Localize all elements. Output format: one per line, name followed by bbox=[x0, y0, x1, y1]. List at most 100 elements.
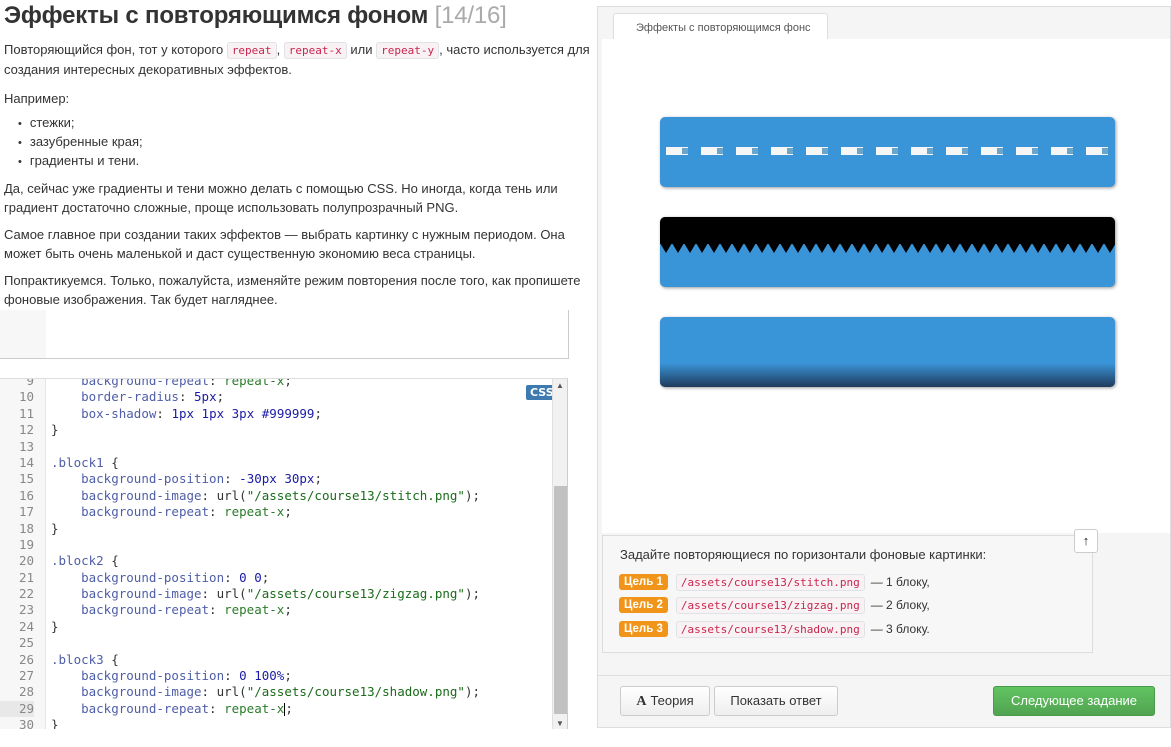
line-number: 17 bbox=[18, 504, 34, 520]
line-number: 28 bbox=[18, 684, 34, 700]
task-box: Задайте повторяющиеся по горизонтали фон… bbox=[602, 535, 1093, 653]
code-line[interactable]: 16 background-image: url("/assets/course… bbox=[0, 488, 552, 504]
line-number: 11 bbox=[18, 405, 34, 421]
code-line[interactable]: 28 background-image: url("/assets/course… bbox=[0, 684, 552, 700]
paragraph-3: Да, сейчас уже градиенты и тени можно де… bbox=[4, 181, 558, 215]
code-repeat: repeat bbox=[226, 42, 277, 59]
line-number: 24 bbox=[18, 618, 34, 634]
code-line[interactable]: 11 box-shadow: 1px 1px 3px #999999; bbox=[0, 406, 552, 422]
line-number: 21 bbox=[18, 569, 34, 585]
block-3-shadow bbox=[660, 317, 1115, 387]
zigzag-dark bbox=[660, 217, 1115, 244]
list-item: стежки; bbox=[18, 114, 594, 133]
theory-panel: Эффекты с повторяющимся фоном [14/16] По… bbox=[0, 0, 598, 310]
code-line[interactable]: 17 background-repeat: repeat-x; bbox=[0, 504, 552, 520]
p1-separator: , bbox=[276, 42, 284, 57]
line-number: 19 bbox=[18, 536, 34, 552]
line-number: 20 bbox=[18, 553, 34, 569]
line-number: 27 bbox=[18, 668, 34, 684]
theory-icon: A bbox=[636, 694, 647, 709]
code-line[interactable]: 25 bbox=[0, 635, 552, 651]
preview-tab[interactable]: Эффекты с повторяющимся фонс bbox=[613, 13, 828, 40]
paragraph-1: Повторяющийся фон, тот у которого repeat… bbox=[4, 40, 594, 79]
goal-2: Цель 2 /assets/course13/zigzag.png — 2 б… bbox=[619, 595, 930, 615]
code-line[interactable]: 13 bbox=[0, 439, 552, 455]
code-line[interactable]: 21 background-position: 0 0; bbox=[0, 570, 552, 586]
bottom-shadow bbox=[660, 363, 1115, 387]
line-number: 25 bbox=[18, 635, 34, 651]
line-number: 15 bbox=[18, 471, 34, 487]
line-number: 13 bbox=[18, 438, 34, 454]
text-cursor bbox=[284, 702, 286, 716]
css-editor[interactable]: 9 background-repeat: repeat-x; 10 border-… bbox=[0, 378, 568, 729]
line-number: 23 bbox=[18, 602, 34, 618]
scroll-thumb[interactable] bbox=[554, 486, 567, 714]
goal-suffix: — 3 блоку. bbox=[870, 622, 930, 636]
goal-badge: Цель 2 bbox=[619, 597, 668, 613]
code-line[interactable]: 26 .block3 { bbox=[0, 652, 552, 668]
line-number: 22 bbox=[18, 586, 34, 602]
code-lines[interactable]: 9 background-repeat: repeat-x; 10 border-… bbox=[0, 379, 552, 729]
scroll-down-icon[interactable]: ▼ bbox=[556, 719, 564, 728]
goal-badge: Цель 1 bbox=[619, 574, 668, 590]
code-line[interactable]: 30} bbox=[0, 717, 552, 729]
list-item: градиенты и тени. bbox=[18, 152, 594, 171]
p1-text: Повторяющийся фон, тот у которого bbox=[4, 42, 227, 57]
paragraph-5: Попрактикуемся. Только, пожалуйста, изме… bbox=[4, 273, 581, 307]
code-line[interactable]: 22 background-image: url("/assets/course… bbox=[0, 586, 552, 602]
code-line[interactable]: 15 background-position: -30px 30px; bbox=[0, 471, 552, 487]
code-line[interactable]: 29 background-repeat: repeat-x; bbox=[0, 700, 552, 718]
html-editor[interactable] bbox=[0, 310, 569, 359]
code-line[interactable]: 24} bbox=[0, 619, 552, 635]
line-number: 14 bbox=[18, 454, 34, 470]
block-1-stitch bbox=[660, 117, 1115, 187]
show-answer-button[interactable]: Показать ответ bbox=[714, 686, 838, 716]
code-line[interactable]: 19 bbox=[0, 537, 552, 553]
goal-1: Цель 1 /assets/course13/stitch.png — 1 б… bbox=[619, 572, 930, 592]
line-number: 26 bbox=[18, 651, 34, 667]
code-line[interactable]: 10 border-radius: 5px; bbox=[0, 389, 552, 405]
line-number: 12 bbox=[18, 422, 34, 438]
code-repeat-x: repeat-x bbox=[283, 42, 347, 59]
paragraph-2: Например: bbox=[4, 91, 70, 106]
zigzag-edge bbox=[660, 243, 1115, 255]
task-counter: [14/16] bbox=[434, 2, 507, 29]
preview-area bbox=[602, 39, 1170, 533]
goal-suffix: — 2 блоку, bbox=[870, 598, 930, 612]
list-item: зазубренные края; bbox=[18, 133, 594, 152]
code-line[interactable]: 9 background-repeat: repeat-x; bbox=[0, 379, 552, 389]
editor-scrollbar[interactable]: ▲ ▼ bbox=[552, 379, 567, 729]
code-line[interactable]: 18} bbox=[0, 521, 552, 537]
line-number: 29 bbox=[0, 700, 34, 718]
goal-code: /assets/course13/zigzag.png bbox=[675, 596, 865, 614]
arrow-up-icon[interactable]: ↑ bbox=[1074, 529, 1098, 553]
stitch-holes bbox=[660, 148, 1115, 154]
p1-or: или bbox=[346, 42, 377, 57]
goal-badge: Цель 3 bbox=[619, 621, 668, 637]
code-line[interactable]: 12} bbox=[0, 422, 552, 438]
block-2-zigzag bbox=[660, 217, 1115, 287]
line-number: 10 bbox=[18, 389, 34, 405]
line-number: 30 bbox=[18, 717, 34, 729]
theory-label: Теория bbox=[650, 693, 694, 708]
paragraph-4: Самое главное при создании таких эффекто… bbox=[4, 227, 565, 261]
next-task-button[interactable]: Следующее задание bbox=[993, 686, 1155, 716]
page-title: Эффекты с повторяющимся фоном [14/16] bbox=[4, 0, 594, 31]
goal-code: /assets/course13/stitch.png bbox=[675, 573, 865, 591]
code-line[interactable]: 20 .block2 { bbox=[0, 553, 552, 569]
code-line[interactable]: 27 background-position: 0 100%; bbox=[0, 668, 552, 684]
goal-suffix: — 1 блоку, bbox=[870, 575, 930, 589]
code-line[interactable]: 14 .block1 { bbox=[0, 455, 552, 471]
scroll-up-icon[interactable]: ▲ bbox=[556, 381, 564, 390]
code-line[interactable]: 23 background-repeat: repeat-x; bbox=[0, 602, 552, 618]
right-panel: Эффекты с повторяющимся фонс Задайте пов… bbox=[597, 6, 1171, 728]
task-text: Задайте повторяющиеся по горизонтали фон… bbox=[620, 547, 987, 562]
line-number: 16 bbox=[18, 487, 34, 503]
code-repeat-y: repeat-y bbox=[376, 42, 440, 59]
goal-code: /assets/course13/shadow.png bbox=[675, 620, 865, 638]
html-editor-gutter bbox=[0, 310, 46, 358]
theory-button[interactable]: A Теория bbox=[620, 686, 710, 716]
footer-bar: A Теория Показать ответ Следующее задание bbox=[598, 675, 1170, 727]
goal-3: Цель 3 /assets/course13/shadow.png — 3 б… bbox=[619, 619, 930, 639]
title-text: Эффекты с повторяющимся фоном bbox=[4, 2, 429, 29]
